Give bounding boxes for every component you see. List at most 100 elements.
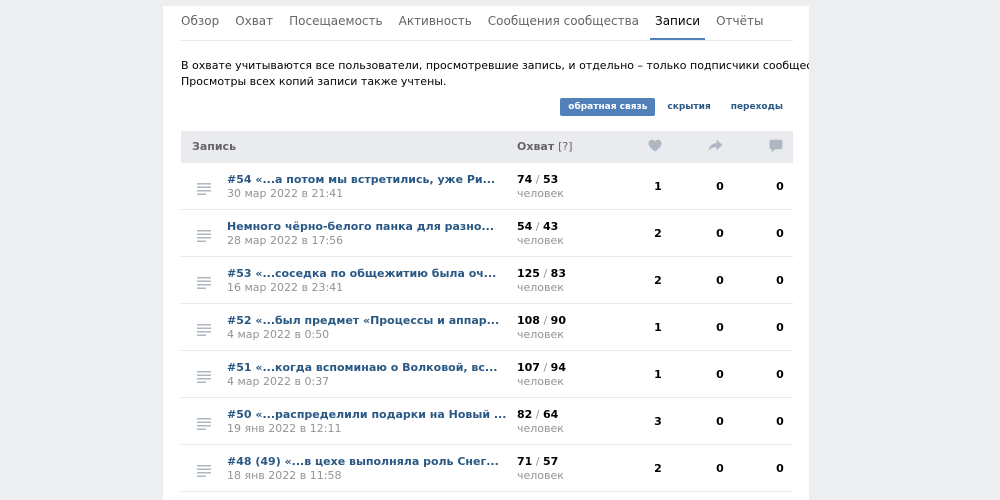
reach-unit: человек bbox=[517, 469, 564, 482]
share-icon[interactable] bbox=[708, 139, 723, 155]
table-row: #52 «...был предмет «Процессы и аппар...… bbox=[181, 304, 793, 351]
likes-count: 1 bbox=[654, 321, 662, 334]
post-date: 19 янв 2022 в 12:11 bbox=[227, 422, 342, 435]
post-date: 30 мар 2022 в 21:41 bbox=[227, 187, 344, 200]
reach-subscribers: 90 bbox=[550, 314, 566, 327]
shares-count: 0 bbox=[716, 274, 724, 287]
feedback-button[interactable]: обратная связь bbox=[560, 98, 656, 116]
post-title-link[interactable]: #48 (49) «...в цехе выполняла роль Снег.… bbox=[227, 455, 499, 468]
comments-count: 0 bbox=[776, 274, 784, 287]
hides-button[interactable]: скрытия bbox=[659, 98, 718, 116]
reach-subscribers: 43 bbox=[543, 220, 559, 233]
tab-posts[interactable]: Записи bbox=[650, 6, 706, 40]
reach-separator: / bbox=[539, 267, 551, 280]
reach-subscribers: 53 bbox=[543, 173, 559, 186]
tab-traffic[interactable]: Посещаемость bbox=[289, 6, 382, 31]
posts-table-body: #54 «...а потом мы встретились, уже Ри..… bbox=[181, 163, 793, 492]
tab-reports[interactable]: Отчёты bbox=[716, 6, 763, 31]
reach-value: 125 / 83 bbox=[517, 267, 566, 280]
reach-value: 71 / 57 bbox=[517, 455, 558, 468]
reach-subscribers: 83 bbox=[550, 267, 566, 280]
post-title-link[interactable]: Немного чёрно-белого панка для разно... bbox=[227, 220, 494, 233]
likes-count: 2 bbox=[654, 227, 662, 240]
reach-value: 74 / 53 bbox=[517, 173, 558, 186]
post-text-icon bbox=[197, 274, 211, 293]
post-text-icon bbox=[197, 227, 211, 246]
post-title-link[interactable]: #53 «...соседка по общежитию была оч... bbox=[227, 267, 496, 280]
reach-unit: человек bbox=[517, 422, 564, 435]
post-date: 4 мар 2022 в 0:37 bbox=[227, 375, 330, 388]
reach-value: 54 / 43 bbox=[517, 220, 558, 233]
likes-count: 1 bbox=[654, 368, 662, 381]
reach-header-label: Охват bbox=[517, 140, 555, 153]
reach-unit: человек bbox=[517, 328, 564, 341]
reach-separator: / bbox=[532, 173, 544, 186]
reach-total: 54 bbox=[517, 220, 533, 233]
post-title-link[interactable]: #51 «...когда вспоминаю о Волковой, вс..… bbox=[227, 361, 497, 374]
post-text-icon bbox=[197, 415, 211, 434]
info-line-1: В охвате учитываются все пользователи, п… bbox=[181, 59, 809, 72]
reach-info-text: В охвате учитываются все пользователи, п… bbox=[181, 58, 809, 90]
column-header-reach[interactable]: Охват [?] bbox=[517, 140, 572, 153]
post-title-link[interactable]: #54 «...а потом мы встретились, уже Ри..… bbox=[227, 173, 495, 186]
reach-value: 82 / 64 bbox=[517, 408, 558, 421]
comments-count: 0 bbox=[776, 227, 784, 240]
table-row: #50 «...распределили подарки на Новый ..… bbox=[181, 398, 793, 445]
comments-count: 0 bbox=[776, 415, 784, 428]
reach-total: 125 bbox=[517, 267, 540, 280]
tab-overview[interactable]: Обзор bbox=[181, 6, 219, 31]
post-text-icon bbox=[197, 180, 211, 199]
reach-separator: / bbox=[539, 314, 551, 327]
shares-count: 0 bbox=[716, 368, 724, 381]
table-row: #54 «...а потом мы встретились, уже Ри..… bbox=[181, 163, 793, 210]
shares-count: 0 bbox=[716, 180, 724, 193]
clicks-button[interactable]: переходы bbox=[723, 98, 791, 116]
reach-total: 71 bbox=[517, 455, 533, 468]
post-title-link[interactable]: #50 «...распределили подарки на Новый ..… bbox=[227, 408, 506, 421]
post-text-icon bbox=[197, 368, 211, 387]
likes-count: 3 bbox=[654, 415, 662, 428]
table-row: #48 (49) «...в цехе выполняла роль Снег.… bbox=[181, 445, 793, 492]
column-header-post[interactable]: Запись bbox=[192, 140, 236, 153]
post-date: 16 мар 2022 в 23:41 bbox=[227, 281, 344, 294]
comment-icon[interactable] bbox=[769, 139, 783, 156]
post-date: 18 янв 2022 в 11:58 bbox=[227, 469, 342, 482]
reach-unit: человек bbox=[517, 234, 564, 247]
table-row: #51 «...когда вспоминаю о Волковой, вс..… bbox=[181, 351, 793, 398]
shares-count: 0 bbox=[716, 227, 724, 240]
post-date: 4 мар 2022 в 0:50 bbox=[227, 328, 330, 341]
stats-card: Обзор Охват Посещаемость Активность Сооб… bbox=[163, 6, 809, 500]
table-row: #53 «...соседка по общежитию была оч... … bbox=[181, 257, 793, 304]
tab-community-messages[interactable]: Сообщения сообщества bbox=[488, 6, 639, 31]
shares-count: 0 bbox=[716, 415, 724, 428]
heart-icon[interactable] bbox=[648, 139, 662, 155]
reach-unit: человек bbox=[517, 281, 564, 294]
reach-unit: человек bbox=[517, 187, 564, 200]
likes-count: 1 bbox=[654, 180, 662, 193]
reach-subscribers: 94 bbox=[550, 361, 566, 374]
reach-subscribers: 57 bbox=[543, 455, 559, 468]
reach-separator: / bbox=[532, 455, 544, 468]
reach-separator: / bbox=[532, 220, 544, 233]
metric-switch: обратная связь скрытия переходы bbox=[556, 98, 791, 116]
likes-count: 2 bbox=[654, 274, 662, 287]
table-header: Запись Охват [?] bbox=[181, 131, 793, 163]
comments-count: 0 bbox=[776, 462, 784, 475]
comments-count: 0 bbox=[776, 180, 784, 193]
comments-count: 0 bbox=[776, 321, 784, 334]
table-row: Немного чёрно-белого панка для разно... … bbox=[181, 210, 793, 257]
reach-separator: / bbox=[539, 361, 551, 374]
tab-activity[interactable]: Активность bbox=[399, 6, 472, 31]
shares-count: 0 bbox=[716, 462, 724, 475]
reach-unit: человек bbox=[517, 375, 564, 388]
stats-tabs: Обзор Охват Посещаемость Активность Сооб… bbox=[181, 6, 793, 41]
reach-separator: / bbox=[532, 408, 544, 421]
shares-count: 0 bbox=[716, 321, 724, 334]
reach-help-link[interactable]: [?] bbox=[558, 140, 572, 153]
likes-count: 2 bbox=[654, 462, 662, 475]
reach-total: 82 bbox=[517, 408, 533, 421]
info-line-2: Просмотры всех копий записи также учтены… bbox=[181, 75, 447, 88]
tab-reach[interactable]: Охват bbox=[235, 6, 273, 31]
post-title-link[interactable]: #52 «...был предмет «Процессы и аппар... bbox=[227, 314, 499, 327]
reach-total: 74 bbox=[517, 173, 533, 186]
